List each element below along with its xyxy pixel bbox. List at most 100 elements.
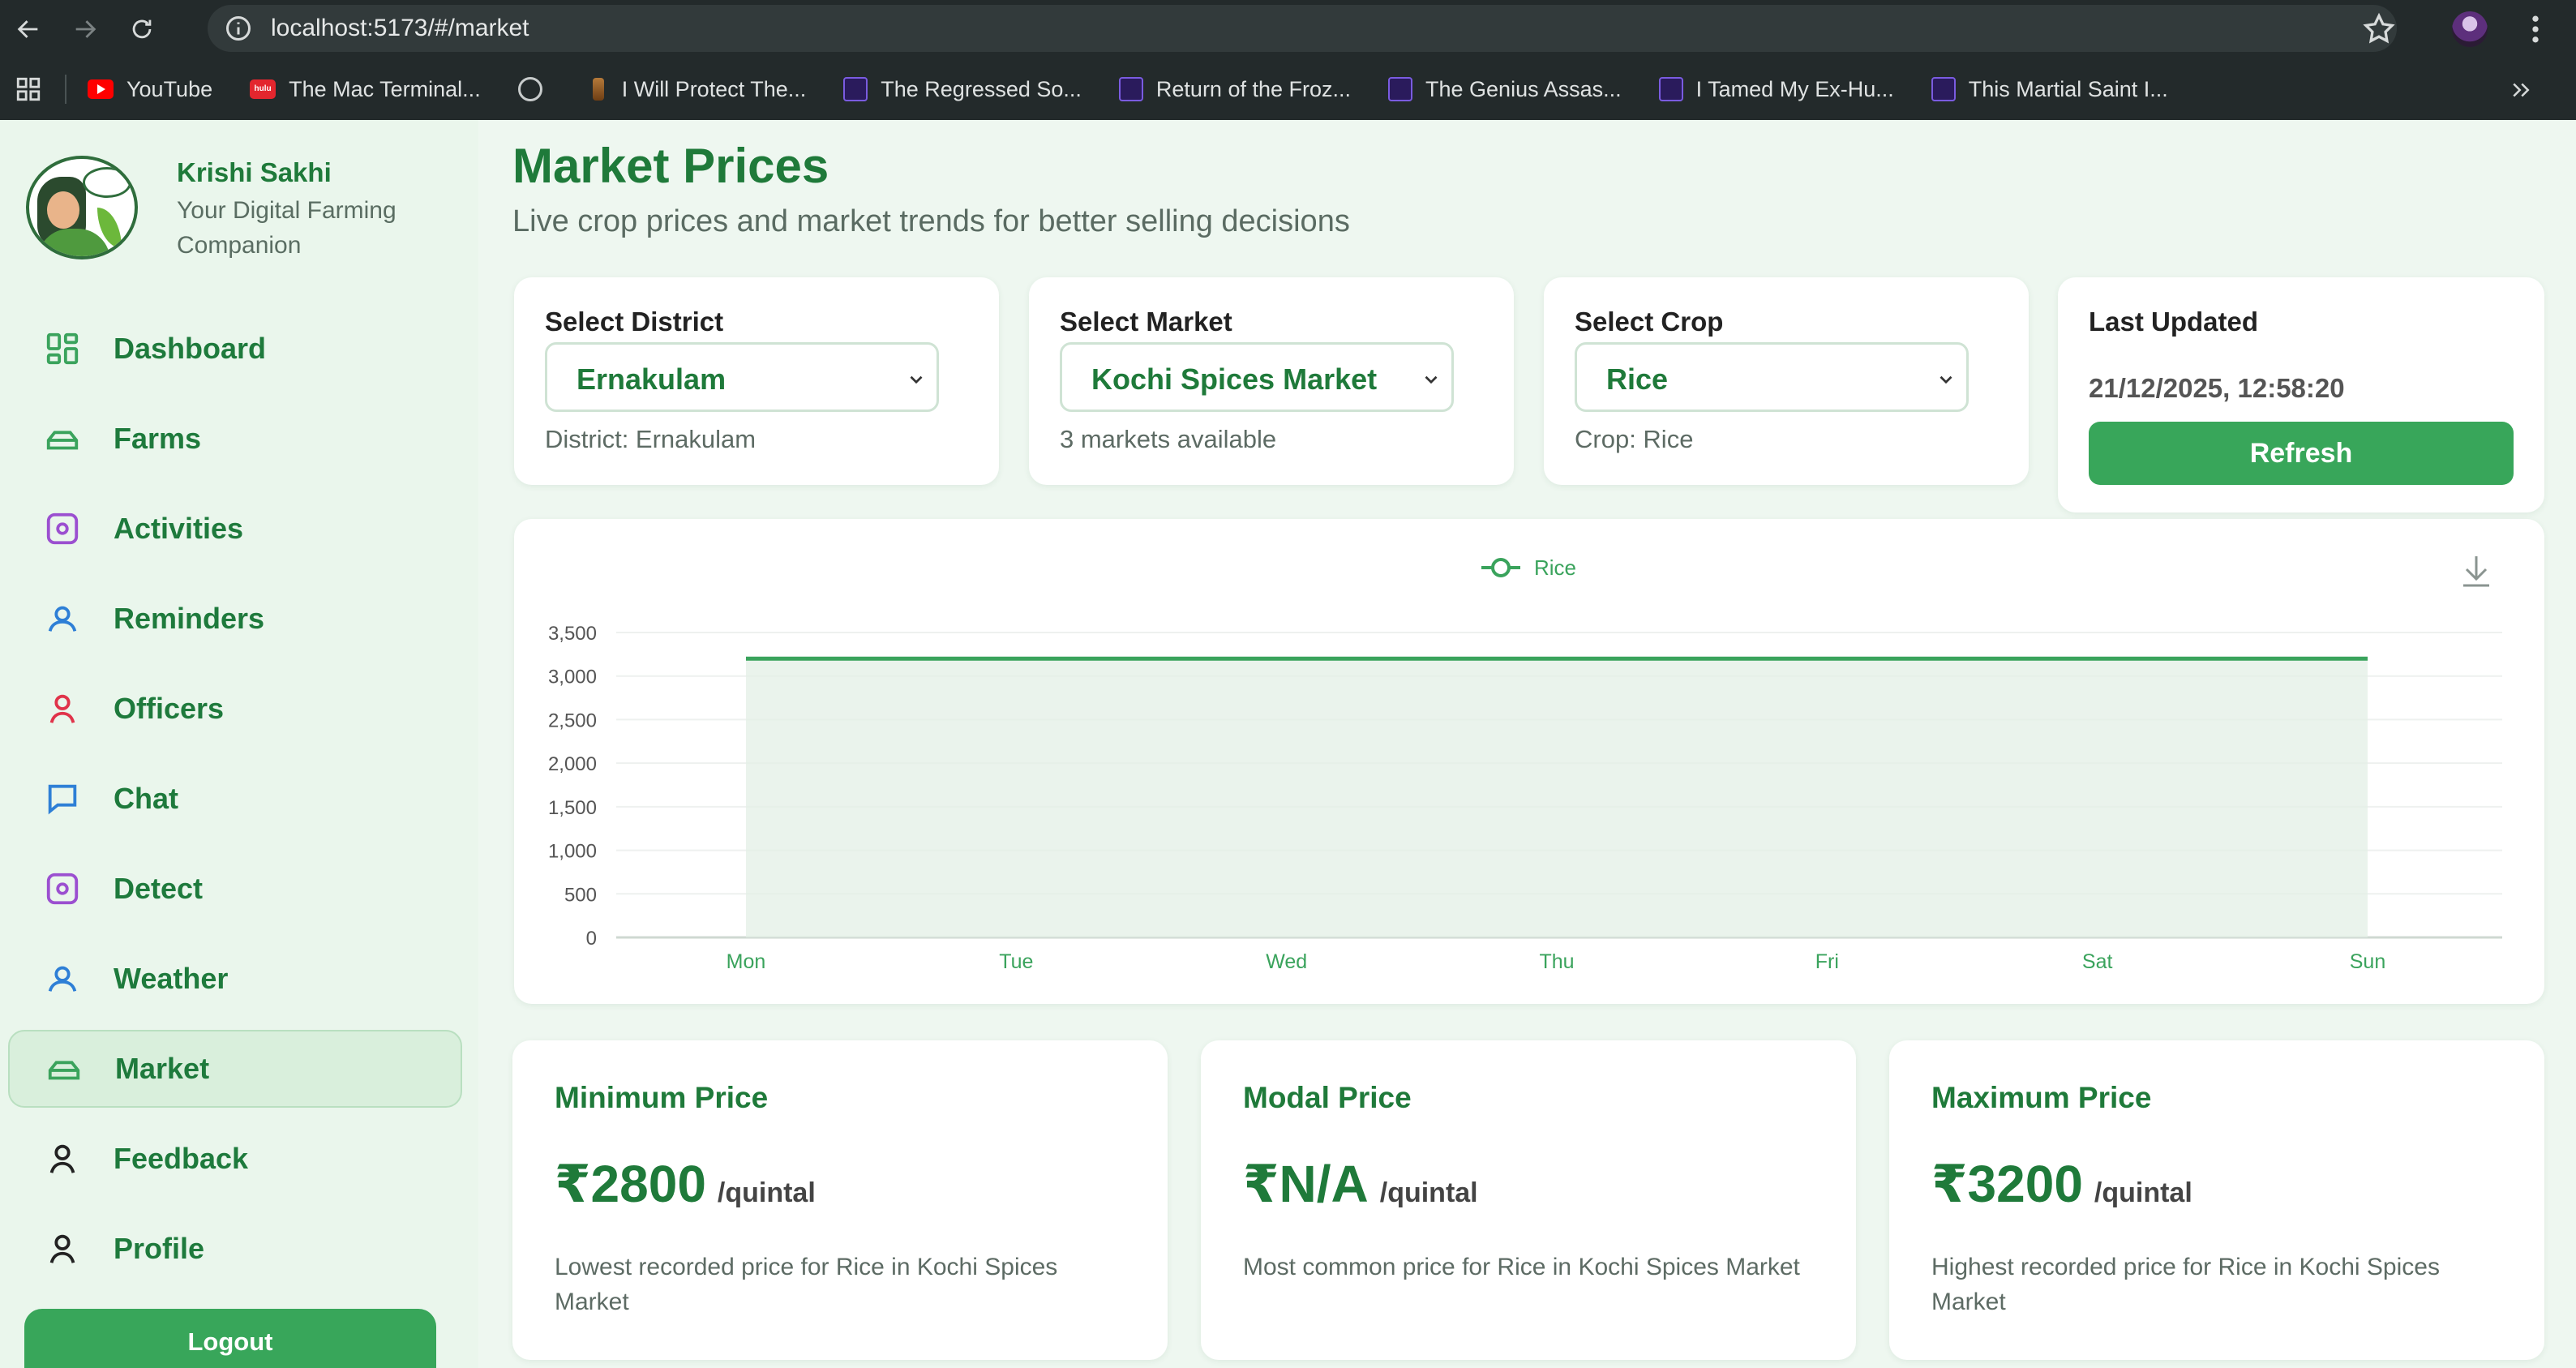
- arrow-right-icon: [75, 20, 96, 38]
- grid-icon: [46, 332, 79, 365]
- bookmark-star-icon[interactable]: [2361, 11, 2397, 47]
- market-card: Select Market Kochi Spices Market 3 mark…: [1029, 277, 1514, 485]
- x-tick-label: Sat: [2082, 950, 2113, 973]
- minimum-price-value: ₹2800 /quintal: [555, 1154, 816, 1215]
- y-tick-label: 3,000: [548, 667, 597, 688]
- sidebar-item-market[interactable]: Market: [8, 1030, 462, 1108]
- address-bar[interactable]: localhost:5173/#/market: [208, 5, 2397, 52]
- x-tick-label: Tue: [999, 950, 1033, 973]
- x-tick-label: Mon: [727, 950, 766, 973]
- bookmark-martial-saint[interactable]: This Martial Saint I...: [1931, 77, 2168, 102]
- modal-price-value: ₹N/A /quintal: [1243, 1154, 1478, 1215]
- sidebar-item-detect[interactable]: Detect: [8, 850, 462, 928]
- menu-kebab-icon[interactable]: [2523, 11, 2548, 47]
- user-wave-icon: [48, 966, 77, 992]
- x-tick-label: Thu: [1539, 950, 1574, 973]
- globe-icon: [517, 77, 542, 101]
- maximum-price-card: Maximum Price ₹3200 /quintal Highest rec…: [1889, 1040, 2544, 1360]
- modal-price-title: Modal Price: [1243, 1081, 1412, 1114]
- legend-label-rice[interactable]: Rice: [1534, 555, 1576, 580]
- last-updated-card: Last Updated 21/12/2025, 12:58:20 Refres…: [2058, 277, 2544, 512]
- x-tick-label: Sun: [2350, 950, 2385, 973]
- brand-logo: [26, 156, 138, 259]
- reload-icon: [132, 19, 152, 39]
- series-area-rice: [746, 658, 2368, 937]
- crop-card: Select Crop Rice Crop: Rice: [1544, 277, 2029, 485]
- refresh-button[interactable]: Refresh: [2089, 422, 2514, 485]
- y-tick-label: 2,500: [548, 710, 597, 731]
- download-icon[interactable]: [2463, 556, 2489, 587]
- chart-svg: 0 500 1,000 1,500 2,000 2,500 3,000 3,500 Mon Tu…: [548, 555, 2502, 973]
- youtube-icon: [88, 79, 114, 99]
- sidebar-item-chat[interactable]: Chat: [8, 760, 462, 838]
- k-icon: [1658, 77, 1683, 101]
- y-tick-label: 1,000: [548, 841, 597, 863]
- x-tick-label: Fri: [1815, 950, 1839, 973]
- bookmark-youtube[interactable]: YouTube: [88, 77, 212, 102]
- sidebar-item-dashboard[interactable]: Dashboard: [8, 310, 462, 388]
- person-icon: [49, 694, 75, 723]
- y-tick-label: 2,000: [548, 753, 597, 775]
- k-icon: [1388, 77, 1413, 101]
- sidebar-item-reminders[interactable]: Reminders: [8, 580, 462, 658]
- last-updated-value: 21/12/2025, 12:58:20: [2089, 373, 2345, 403]
- sidebar: Krishi Sakhi Your Digital Farming Compan…: [0, 120, 478, 1368]
- brand-tagline: Your Digital Farming Companion: [177, 197, 396, 259]
- bookmarks-bar: YouTube hulu The Mac Terminal... I Will P…: [0, 58, 2576, 120]
- bottle-icon: [592, 78, 604, 101]
- bookmark-return-frozen[interactable]: Return of the Froz...: [1118, 77, 1351, 102]
- bookmark-genius-assassin[interactable]: The Genius Assas...: [1388, 77, 1622, 102]
- browser-toolbar: localhost:5173/#/market: [0, 0, 2576, 58]
- sidebar-item-profile[interactable]: Profile: [8, 1210, 462, 1288]
- arrow-left-icon: [17, 20, 38, 38]
- reload-button[interactable]: [114, 0, 170, 58]
- user-wave-icon: [48, 606, 77, 632]
- sidebar-item-weather[interactable]: Weather: [8, 940, 462, 1018]
- modal-price-unit: /quintal: [1379, 1177, 1478, 1208]
- bookmark-tamed-ex[interactable]: I Tamed My Ex-Hu...: [1658, 77, 1894, 102]
- last-updated-label: Last Updated: [2089, 307, 2259, 337]
- logout-button[interactable]: Logout: [24, 1309, 436, 1368]
- page-subtitle: Live crop prices and market trends for b…: [512, 204, 1350, 238]
- district-select[interactable]: Ernakulam: [545, 342, 939, 412]
- minimum-price-desc: Lowest recorded price for Rice in Kochi …: [555, 1254, 1058, 1315]
- sidebar-item-feedback[interactable]: Feedback: [8, 1120, 462, 1198]
- maximum-price-value: ₹3200 /quintal: [1931, 1154, 2192, 1215]
- bookmark-regressed[interactable]: The Regressed So...: [843, 77, 1082, 102]
- chat-icon: [48, 784, 77, 815]
- minimum-price-title: Minimum Price: [555, 1081, 769, 1114]
- info-icon[interactable]: [224, 14, 253, 43]
- crop-select[interactable]: Rice: [1575, 342, 1969, 412]
- market-select[interactable]: Kochi Spices Market: [1060, 342, 1454, 412]
- profile-avatar[interactable]: [2452, 11, 2488, 47]
- minimum-price-unit: /quintal: [717, 1177, 816, 1208]
- chevron-double-right-icon[interactable]: [2508, 78, 2534, 102]
- bookmark-mac-terminal[interactable]: hulu The Mac Terminal...: [250, 77, 481, 102]
- market-hint: 3 markets available: [1060, 425, 1277, 453]
- district-hint: District: Ernakulam: [545, 425, 757, 453]
- crop-value: Rice: [1606, 362, 1669, 396]
- bookmark-i-will-protect[interactable]: I Will Protect The...: [592, 77, 806, 102]
- apps-grid-icon[interactable]: [15, 75, 42, 103]
- hulu-icon: hulu: [250, 79, 276, 99]
- person-icon: [49, 1234, 75, 1263]
- k-icon: [1931, 77, 1956, 101]
- legend-marker-rice: [1491, 558, 1511, 577]
- sidebar-item-officers[interactable]: Officers: [8, 670, 462, 748]
- k-icon: [843, 77, 868, 101]
- page-title: Market Prices: [512, 139, 829, 193]
- back-button[interactable]: [0, 0, 57, 58]
- sidebar-item-farms[interactable]: Farms: [8, 400, 462, 478]
- maximum-price-amount: ₹3200: [1931, 1155, 2083, 1213]
- minimum-price-card: Minimum Price ₹2800 /quintal Lowest reco…: [512, 1040, 1168, 1360]
- chevron-down-icon: [910, 375, 923, 384]
- x-tick-label: Wed: [1266, 950, 1307, 973]
- stack-icon: [48, 1061, 80, 1080]
- maximum-price-unit: /quintal: [2094, 1177, 2192, 1208]
- market-value: Kochi Spices Market: [1091, 362, 1378, 396]
- forward-button[interactable]: [57, 0, 114, 58]
- maximum-price-desc: Highest recorded price for Rice in Kochi…: [1931, 1254, 2440, 1315]
- bookmark-globe[interactable]: [517, 77, 555, 101]
- sidebar-item-activities[interactable]: Activities: [8, 490, 462, 568]
- square-dot-icon: [46, 512, 79, 545]
